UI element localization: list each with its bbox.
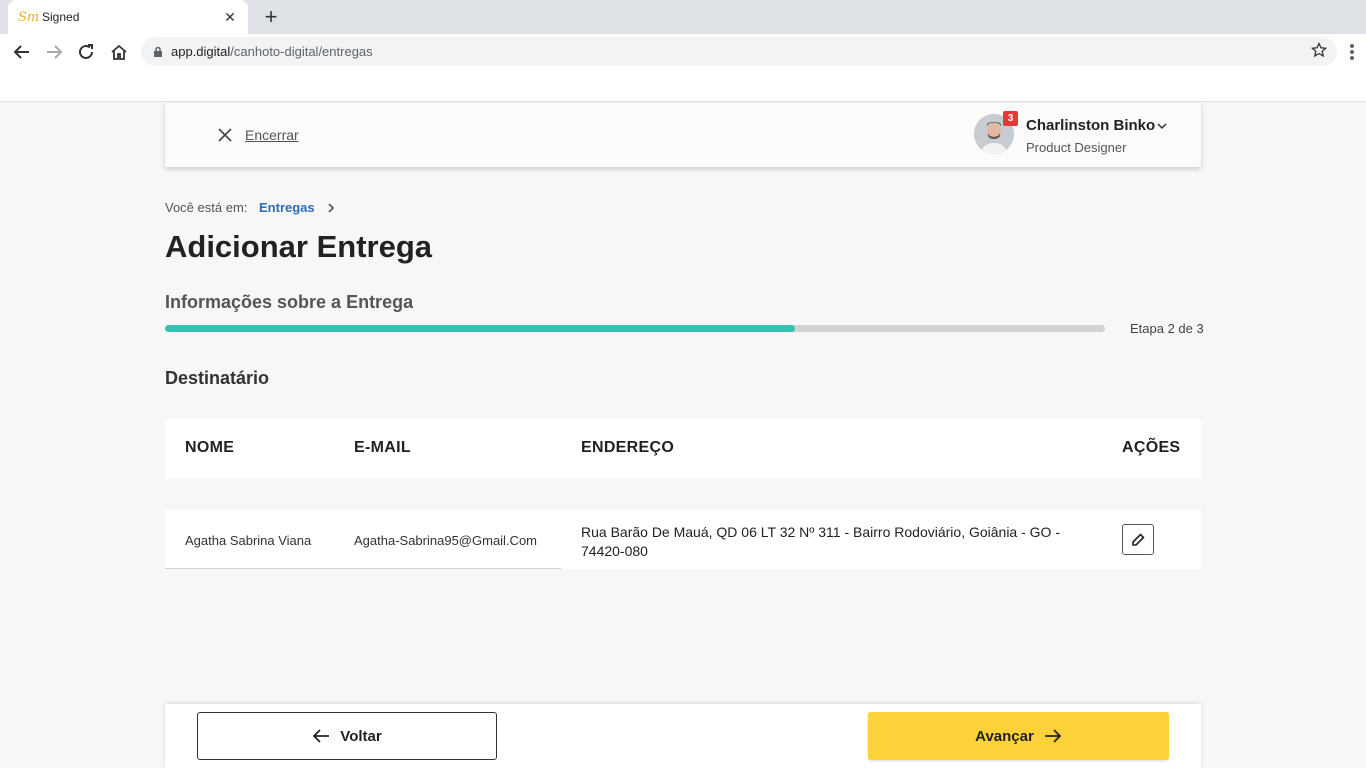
user-name[interactable]: Charlinston Binko bbox=[1026, 117, 1155, 134]
url-path: /canhoto-digital/entregas bbox=[230, 44, 373, 59]
browser-menu-icon[interactable] bbox=[1344, 42, 1360, 62]
address-bar[interactable]: app.digital/canhoto-digital/entregas bbox=[141, 37, 1337, 66]
back-button[interactable]: Voltar bbox=[197, 712, 497, 760]
column-header-name: NOME bbox=[185, 439, 235, 456]
step-label: Etapa 2 de 3 bbox=[1130, 321, 1204, 336]
recipient-address: Rua Barão De Mauá, QD 06 LT 32 Nº 311 - … bbox=[581, 524, 1060, 559]
breadcrumb-prefix: Você está em: bbox=[165, 200, 248, 215]
column-header-address: ENDEREÇO bbox=[581, 439, 675, 456]
reload-icon[interactable] bbox=[74, 40, 98, 64]
browser-tab[interactable]: Sm Signed ✕ bbox=[8, 0, 248, 34]
next-button-label: Avançar bbox=[975, 727, 1034, 745]
edit-button[interactable] bbox=[1122, 524, 1154, 555]
chevron-right-icon bbox=[328, 203, 335, 213]
close-session-link[interactable]: Encerrar bbox=[245, 127, 299, 143]
row-divider bbox=[165, 568, 561, 569]
section-title: Informações sobre a Entrega bbox=[165, 292, 414, 312]
close-icon[interactable] bbox=[217, 127, 233, 143]
back-arrow-icon[interactable] bbox=[10, 40, 34, 64]
app-header: Encerrar 3 Charlinston Binko Product Des… bbox=[165, 103, 1201, 167]
back-button-label: Voltar bbox=[340, 727, 382, 745]
progress-bar bbox=[165, 325, 1105, 332]
recipient-title: Destinatário bbox=[165, 368, 270, 388]
table-row: Agatha Sabrina Viana Agatha-Sabrina95@Gm… bbox=[165, 510, 1201, 569]
lock-icon bbox=[154, 46, 162, 57]
chevron-down-icon[interactable] bbox=[1156, 120, 1168, 132]
browser-toolbar: app.digital/canhoto-digital/entregas bbox=[0, 34, 1366, 102]
table-header: NOME E-MAIL ENDEREÇO AÇÕES bbox=[165, 419, 1201, 478]
bookmark-star-icon[interactable] bbox=[1311, 42, 1327, 58]
recipient-name: Agatha Sabrina Viana bbox=[185, 533, 312, 548]
next-button[interactable]: Avançar bbox=[868, 712, 1169, 760]
user-role: Product Designer bbox=[1026, 140, 1127, 155]
column-header-email: E-MAIL bbox=[354, 439, 411, 456]
home-icon[interactable] bbox=[107, 40, 131, 64]
column-header-actions: AÇÕES bbox=[1122, 439, 1181, 456]
recipient-email: Agatha-Sabrina95@Gmail.Com bbox=[354, 533, 538, 548]
progress-fill bbox=[165, 325, 795, 332]
tab-title: Signed bbox=[42, 10, 80, 24]
forward-arrow-icon[interactable] bbox=[42, 40, 66, 64]
footer-actions: Voltar Avançar bbox=[165, 704, 1201, 768]
notification-badge[interactable]: 3 bbox=[1003, 111, 1018, 126]
arrow-left-icon bbox=[313, 729, 330, 743]
signed-logo-icon: Sm bbox=[18, 9, 40, 25]
edit-icon bbox=[1132, 533, 1145, 546]
browser-tabbar: Sm Signed ✕ + bbox=[0, 0, 1366, 34]
page-title: Adicionar Entrega bbox=[165, 229, 432, 264]
breadcrumb-link-entregas[interactable]: Entregas bbox=[259, 200, 315, 215]
url-host: app.digital bbox=[171, 44, 231, 59]
tab-close-icon[interactable]: ✕ bbox=[222, 9, 238, 26]
new-tab-icon[interactable]: + bbox=[260, 4, 282, 30]
arrow-right-icon bbox=[1044, 729, 1062, 743]
